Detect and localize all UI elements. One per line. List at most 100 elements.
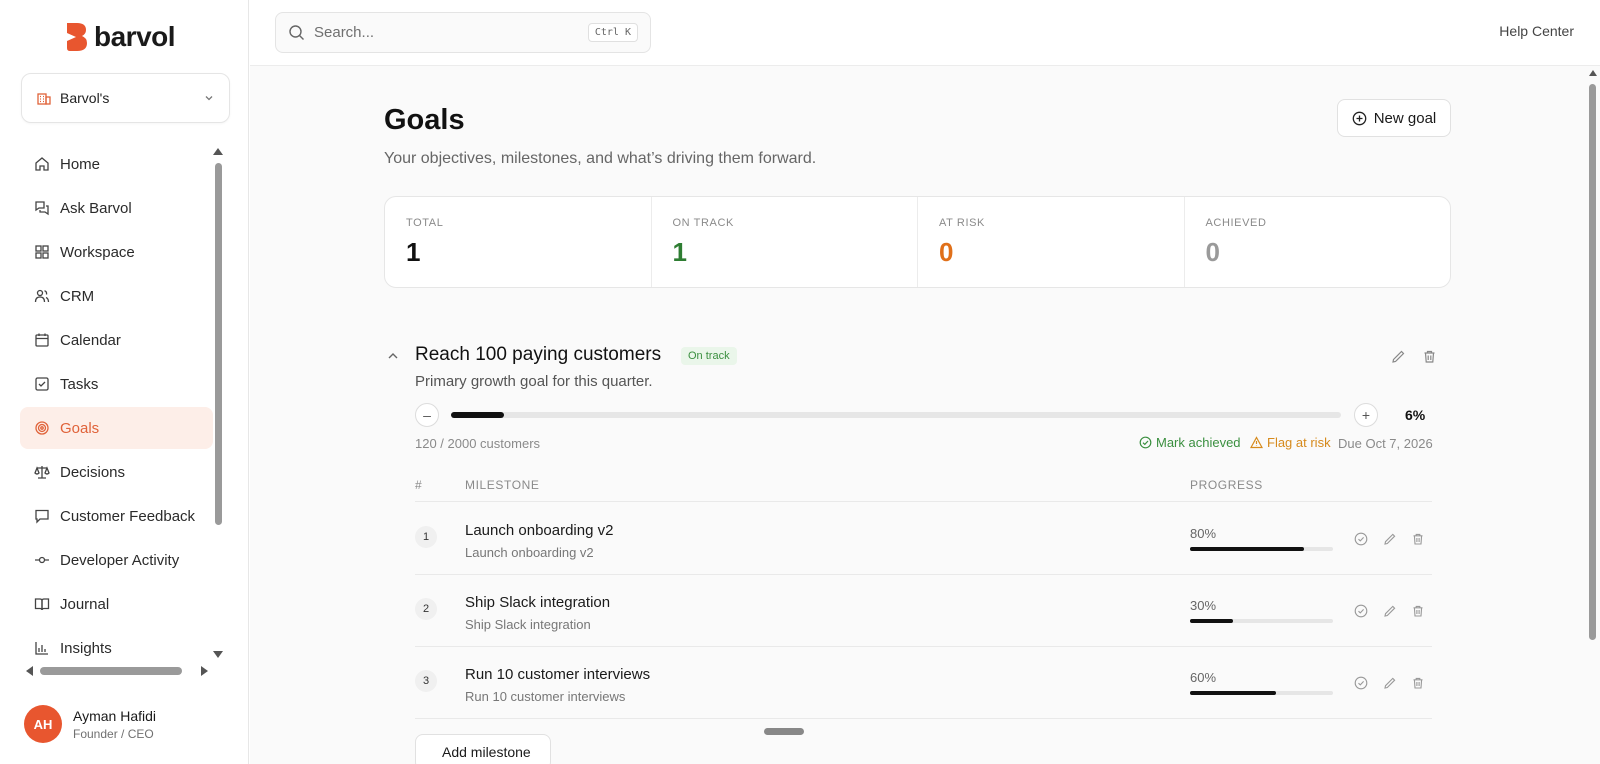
sidebar-item-crm[interactable]: CRM	[20, 275, 213, 317]
milestone-row: 1 Launch onboarding v2 Launch onboarding…	[415, 503, 1432, 575]
sidebar-nav: Home Ask Barvol Workspace CRM Calendar T…	[20, 143, 213, 665]
sidebar-item-label: Customer Feedback	[60, 507, 196, 525]
trash-icon[interactable]	[1411, 604, 1425, 618]
milestone-progress-bar	[1190, 619, 1333, 623]
scroll-right-arrow-icon[interactable]	[201, 666, 208, 676]
sidebar-item-decisions[interactable]: Decisions	[20, 451, 213, 493]
stat-value: 1	[406, 237, 421, 267]
stat-label: ACHIEVED	[1205, 217, 1267, 229]
sidebar-item-label: CRM	[60, 287, 95, 305]
check-circle-icon[interactable]	[1354, 676, 1368, 690]
users-icon	[34, 289, 50, 303]
message-square-icon	[35, 509, 49, 524]
trash-icon[interactable]	[1411, 676, 1425, 690]
check-circle-icon[interactable]	[1354, 604, 1368, 618]
warning-triangle-icon	[1250, 436, 1263, 449]
scroll-up-arrow-icon[interactable]	[1589, 70, 1597, 76]
mark-achieved-button[interactable]: Mark achieved	[1139, 435, 1241, 450]
milestone-row: 3 Run 10 customer interviews Run 10 cust…	[415, 647, 1432, 719]
milestone-progress-percent: 30%	[1190, 598, 1217, 613]
stat-at-risk: AT RISK 0	[918, 197, 1185, 287]
milestone-number: 2	[415, 598, 437, 620]
goal-title: Reach 100 paying customers	[415, 344, 662, 365]
sidebar-item-calendar[interactable]: Calendar	[20, 319, 213, 361]
trash-icon[interactable]	[1411, 532, 1425, 546]
stat-on-track: ON TRACK 1	[652, 197, 918, 287]
sidebar-item-label: Workspace	[60, 243, 135, 261]
home-icon	[35, 157, 49, 171]
sidebar-item-label: Home	[60, 155, 101, 173]
milestone-progress-fill	[1190, 691, 1276, 695]
sidebar-item-tasks[interactable]: Tasks	[20, 363, 213, 405]
brand-logo[interactable]: barvol	[64, 21, 176, 52]
column-header-milestone: MILESTONE	[465, 478, 540, 492]
sidebar-item-home[interactable]: Home	[20, 143, 213, 185]
scrollbar-thumb[interactable]	[1589, 84, 1596, 640]
milestone-progress-percent: 80%	[1190, 526, 1217, 541]
milestone-title: Run 10 customer interviews	[465, 666, 651, 683]
scroll-up-arrow-icon[interactable]	[213, 148, 223, 155]
column-header-num: #	[415, 478, 423, 492]
new-goal-button[interactable]: New goal	[1337, 99, 1451, 137]
milestones-header: # MILESTONE PROGRESS	[415, 478, 1432, 502]
sidebar-item-insights[interactable]: Insights	[20, 627, 213, 665]
sidebar-horizontal-scrollbar[interactable]	[26, 665, 208, 677]
drag-handle[interactable]	[764, 728, 804, 735]
target-icon	[35, 421, 49, 435]
plus-circle-icon	[1352, 111, 1367, 125]
user-role: Founder / CEO	[73, 726, 154, 741]
pencil-icon[interactable]	[1391, 349, 1406, 364]
stat-label: ON TRACK	[672, 217, 734, 229]
user-profile[interactable]: AH Ayman Hafidi Founder / CEO	[24, 705, 156, 743]
stat-value: 0	[1205, 237, 1220, 267]
increment-progress-button[interactable]: +	[1354, 403, 1378, 427]
sidebar-item-developer-activity[interactable]: Developer Activity	[20, 539, 213, 581]
trash-icon[interactable]	[1422, 349, 1437, 364]
add-milestone-button[interactable]: Add milestone	[415, 734, 551, 764]
flag-at-risk-label: Flag at risk	[1267, 435, 1331, 450]
chevron-up-icon[interactable]	[386, 349, 400, 363]
sidebar-item-label: Ask Barvol	[60, 199, 132, 217]
milestone-number: 3	[415, 670, 437, 692]
sidebar-item-goals[interactable]: Goals	[20, 407, 213, 449]
milestone-title: Ship Slack integration	[465, 594, 611, 611]
milestone-progress-percent: 60%	[1190, 670, 1217, 685]
flag-at-risk-button[interactable]: Flag at risk	[1250, 435, 1331, 450]
search-input[interactable]: Search... Ctrl K	[275, 12, 651, 53]
book-icon	[34, 598, 50, 611]
stat-value: 0	[939, 237, 954, 267]
scroll-down-arrow-icon[interactable]	[213, 651, 223, 658]
sidebar-item-journal[interactable]: Journal	[20, 583, 213, 625]
bar-chart-icon	[35, 642, 48, 655]
stat-total: TOTAL 1	[385, 197, 652, 287]
sidebar-item-label: Calendar	[60, 331, 121, 349]
user-name: Ayman Hafidi	[73, 707, 157, 724]
mark-achieved-label: Mark achieved	[1156, 435, 1241, 450]
sidebar: barvol Barvol's Home Ask Barvol Workspac…	[0, 0, 249, 764]
check-circle-icon[interactable]	[1354, 532, 1368, 546]
add-milestone-label: Add milestone	[442, 744, 531, 760]
sidebar-item-workspace[interactable]: Workspace	[20, 231, 213, 273]
sidebar-item-ask-barvol[interactable]: Ask Barvol	[20, 187, 213, 229]
stat-value: 1	[672, 237, 687, 267]
milestone-progress-fill	[1190, 547, 1305, 551]
sidebar-vertical-scrollbar[interactable]	[213, 148, 223, 658]
goal-description: Primary growth goal for this quarter.	[415, 373, 653, 390]
building-icon	[37, 93, 51, 105]
scrollbar-thumb[interactable]	[215, 163, 222, 525]
pencil-icon[interactable]	[1383, 604, 1397, 618]
workspace-selector[interactable]: Barvol's	[21, 73, 230, 123]
pencil-icon[interactable]	[1383, 532, 1397, 546]
pencil-icon[interactable]	[1383, 676, 1397, 690]
help-center-link[interactable]: Help Center	[1499, 23, 1574, 39]
sidebar-item-label: Insights	[60, 639, 112, 657]
scroll-left-arrow-icon[interactable]	[26, 666, 33, 676]
milestone-subtitle: Ship Slack integration	[465, 617, 591, 632]
stat-label: AT RISK	[939, 217, 985, 229]
scrollbar-thumb[interactable]	[40, 667, 182, 675]
stat-achieved: ACHIEVED 0	[1185, 197, 1451, 287]
sidebar-item-customer-feedback[interactable]: Customer Feedback	[20, 495, 213, 537]
status-badge: On track	[681, 347, 737, 365]
decrement-progress-button[interactable]: –	[415, 403, 439, 427]
page-vertical-scrollbar[interactable]	[1586, 66, 1600, 764]
